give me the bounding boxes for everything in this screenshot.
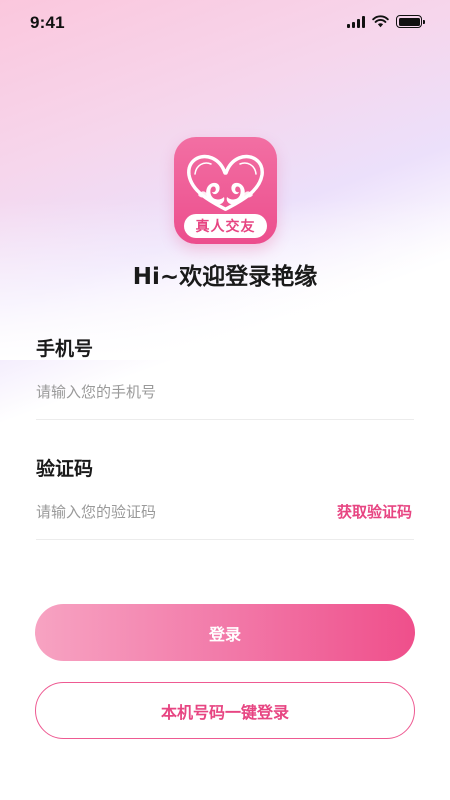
app-logo: 真人交友 — [174, 137, 277, 244]
battery-icon — [396, 15, 425, 28]
login-button[interactable]: 登录 — [35, 604, 415, 661]
code-divider — [36, 539, 414, 540]
get-code-button[interactable]: 获取验证码 — [337, 501, 412, 522]
logo-badge-text: 真人交友 — [195, 219, 256, 235]
wifi-icon — [372, 15, 389, 28]
logo-badge: 真人交友 — [184, 214, 267, 238]
battery-level — [398, 17, 420, 26]
phone-input[interactable] — [36, 378, 336, 406]
code-label: 验证码 — [36, 458, 94, 480]
status-icons — [347, 15, 425, 28]
status-time: 9:41 — [30, 13, 65, 32]
status-bar: 9:41 — [0, 0, 450, 46]
cellular-signal-icon — [347, 15, 365, 28]
phone-divider — [36, 419, 414, 420]
one-click-login-button[interactable]: 本机号码一键登录 — [35, 682, 415, 739]
welcome-title: Hi~欢迎登录艳缘 — [132, 264, 318, 290]
code-input[interactable] — [36, 498, 306, 526]
phone-label: 手机号 — [36, 338, 94, 360]
